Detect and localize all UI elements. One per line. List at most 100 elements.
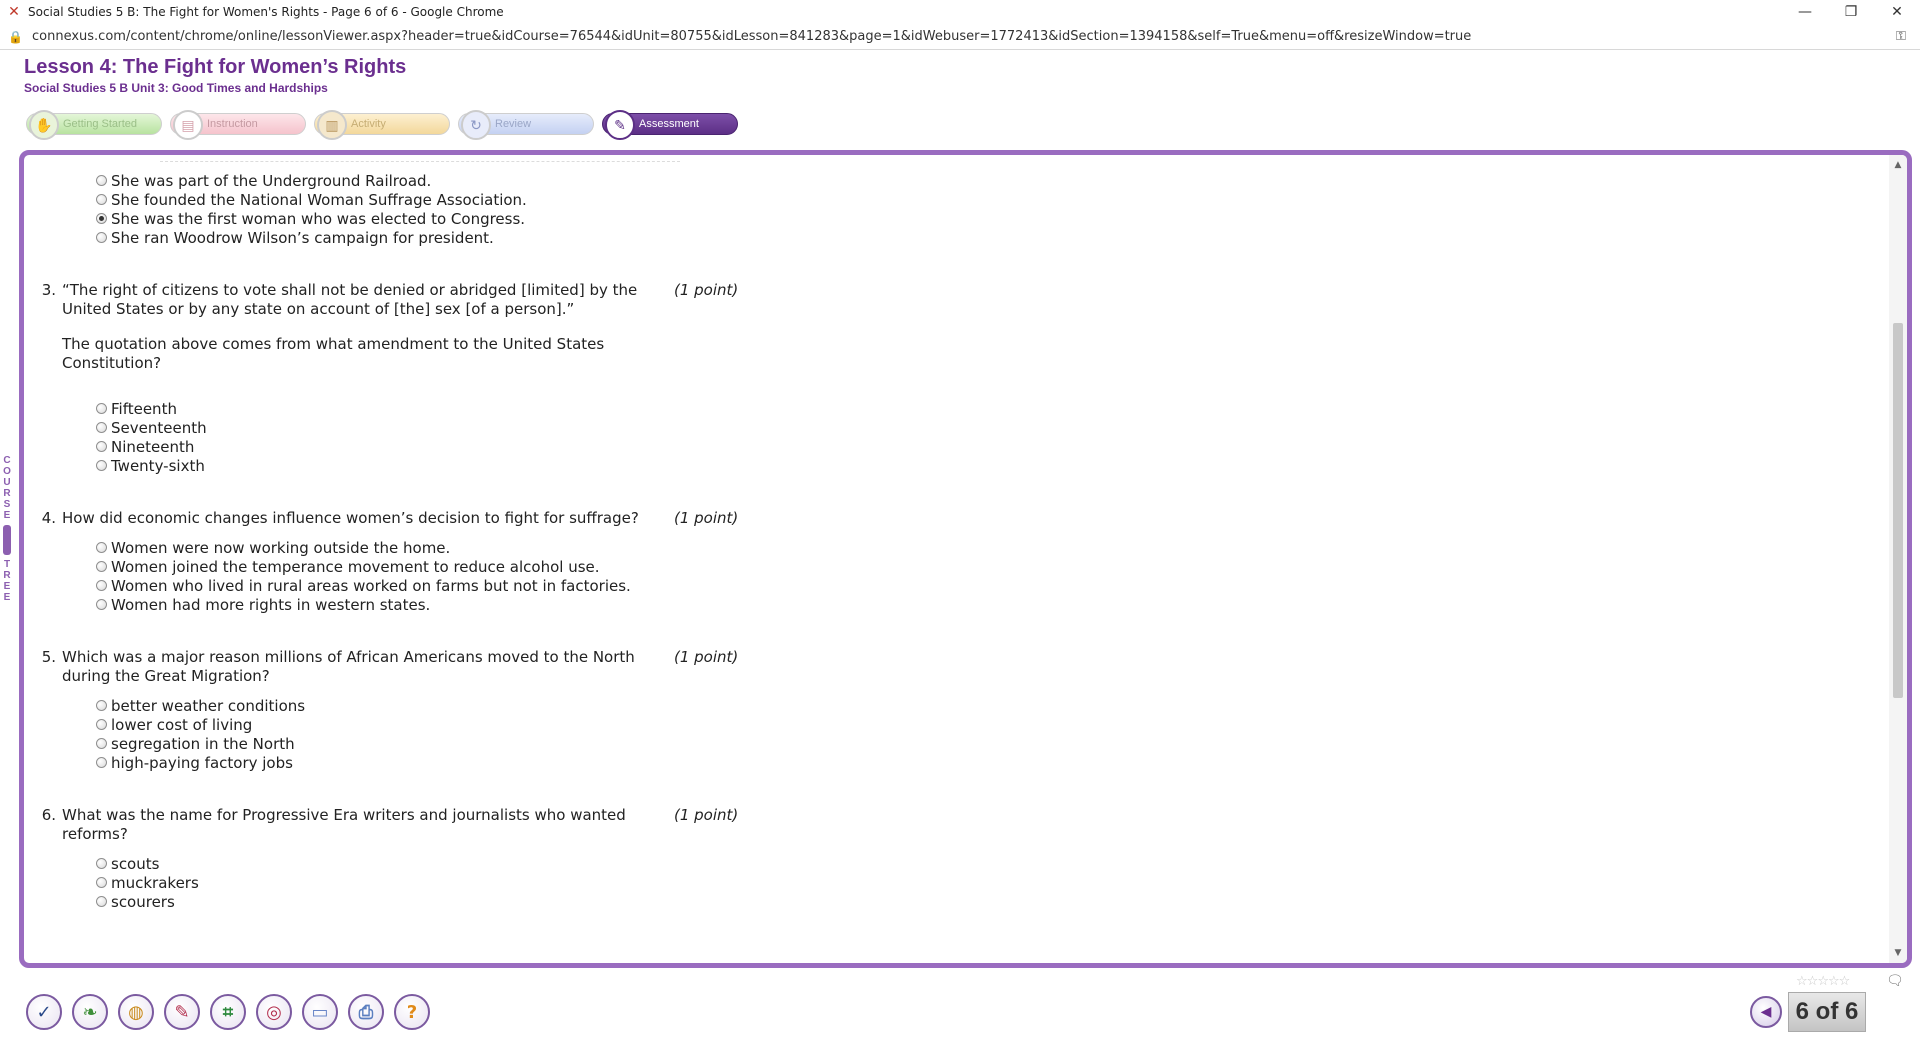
- globe-icon[interactable]: ◍: [118, 994, 154, 1030]
- course-tree-handle-icon[interactable]: [3, 525, 11, 555]
- answer-option[interactable]: Nineteenth: [96, 437, 794, 456]
- screen-icon[interactable]: ▭: [302, 994, 338, 1030]
- scroll-up-icon[interactable]: ▲: [1889, 157, 1907, 173]
- url-text[interactable]: connexus.com/content/chrome/online/lesso…: [26, 29, 1896, 44]
- answer-option[interactable]: Women were now working outside the home.: [96, 538, 794, 557]
- option-label[interactable]: Twenty-sixth: [111, 457, 205, 475]
- tab-label: Instruction: [207, 118, 258, 130]
- answer-option[interactable]: Women had more rights in western states.: [96, 595, 794, 614]
- radio-button[interactable]: [96, 460, 107, 471]
- target-icon[interactable]: ◎: [256, 994, 292, 1030]
- option-label[interactable]: She ran Woodrow Wilson’s campaign for pr…: [111, 229, 494, 247]
- lock-icon[interactable]: 🔒: [8, 30, 26, 44]
- option-label[interactable]: Women were now working outside the home.: [111, 539, 450, 557]
- tab-review[interactable]: ↻ Review: [458, 110, 594, 140]
- option-label[interactable]: Fifteenth: [111, 400, 177, 418]
- pushpin-icon[interactable]: ✎: [164, 994, 200, 1030]
- option-label[interactable]: segregation in the North: [111, 735, 295, 753]
- radio-button[interactable]: [96, 422, 107, 433]
- radio-button[interactable]: [96, 738, 107, 749]
- tab-instruction[interactable]: ▤ Instruction: [170, 110, 306, 140]
- assessment-content[interactable]: She was part of the Underground Railroad…: [24, 155, 1907, 963]
- answer-option[interactable]: She was part of the Underground Railroad…: [96, 171, 794, 190]
- vertical-scrollbar[interactable]: ▲ ▼: [1889, 155, 1907, 963]
- review-icon: ↻: [461, 110, 491, 140]
- answer-option[interactable]: scouts: [96, 854, 794, 873]
- star-icon[interactable]: ☆: [1796, 974, 1808, 989]
- answer-option[interactable]: She founded the National Woman Suffrage …: [96, 190, 794, 209]
- answer-option[interactable]: muckrakers: [96, 873, 794, 892]
- option-label[interactable]: She founded the National Woman Suffrage …: [111, 191, 527, 209]
- star-icon[interactable]: ☆: [1817, 974, 1829, 989]
- option-label[interactable]: Women had more rights in western states.: [111, 596, 430, 614]
- answer-option[interactable]: segregation in the North: [96, 734, 794, 753]
- radio-button[interactable]: [96, 561, 107, 572]
- option-label[interactable]: Seventeenth: [111, 419, 207, 437]
- tab-assessment[interactable]: ✎ Assessment: [602, 110, 738, 140]
- scroll-down-icon[interactable]: ▼: [1889, 945, 1907, 961]
- radio-button[interactable]: [96, 599, 107, 610]
- previous-page-icon[interactable]: ◀: [1750, 996, 1782, 1028]
- radio-button[interactable]: [96, 232, 107, 243]
- radio-button[interactable]: [96, 403, 107, 414]
- answer-option[interactable]: lower cost of living: [96, 715, 794, 734]
- minimize-icon[interactable]: —: [1782, 0, 1828, 24]
- radio-button[interactable]: [96, 580, 107, 591]
- answer-option[interactable]: scourers: [96, 892, 794, 911]
- option-label[interactable]: She was part of the Underground Railroad…: [111, 172, 431, 190]
- question-number: 4.: [41, 509, 56, 527]
- radio-button[interactable]: [96, 542, 107, 553]
- answer-option[interactable]: Women joined the temperance movement to …: [96, 557, 794, 576]
- scrollbar-thumb[interactable]: [1893, 323, 1903, 698]
- rating-stars[interactable]: ☆☆☆☆☆: [1796, 974, 1851, 989]
- comment-bubble-icon[interactable]: 🗨: [1886, 973, 1904, 989]
- option-label[interactable]: muckrakers: [111, 874, 199, 892]
- radio-button[interactable]: [96, 858, 107, 869]
- star-icon[interactable]: ☆: [1839, 974, 1851, 989]
- option-label[interactable]: She was the first woman who was elected …: [111, 210, 525, 228]
- checkmark-icon[interactable]: ✓: [26, 994, 62, 1030]
- option-label[interactable]: Women who lived in rural areas worked on…: [111, 577, 631, 595]
- tab-label: Activity: [351, 118, 386, 130]
- tab-label: Getting Started: [63, 118, 137, 130]
- answer-option[interactable]: high-paying factory jobs: [96, 753, 794, 772]
- option-label[interactable]: Women joined the temperance movement to …: [111, 558, 600, 576]
- tab-activity[interactable]: ▥ Activity: [314, 110, 450, 140]
- answer-option[interactable]: Women who lived in rural areas worked on…: [96, 576, 794, 595]
- radio-button[interactable]: [96, 719, 107, 730]
- answer-option[interactable]: She ran Woodrow Wilson’s campaign for pr…: [96, 228, 794, 247]
- option-label[interactable]: better weather conditions: [111, 697, 305, 715]
- star-icon[interactable]: ☆: [1828, 974, 1840, 989]
- radio-button[interactable]: [96, 896, 107, 907]
- connexus-logo-icon: ✕: [8, 4, 20, 20]
- star-icon[interactable]: ☆: [1807, 974, 1819, 989]
- calculator-icon[interactable]: ⌗: [210, 994, 246, 1030]
- radio-button[interactable]: [96, 877, 107, 888]
- key-icon[interactable]: ⚿: [1896, 29, 1920, 44]
- radio-button[interactable]: [96, 175, 107, 186]
- answer-option[interactable]: She was the first woman who was elected …: [96, 209, 794, 228]
- book-icon[interactable]: ❧: [72, 994, 108, 1030]
- tools-toolbar: ✓ ❧ ◍ ✎ ⌗ ◎ ▭ ⎙ ?: [26, 994, 430, 1030]
- option-label[interactable]: scouts: [111, 855, 159, 873]
- radio-button[interactable]: [96, 194, 107, 205]
- radio-button[interactable]: [96, 700, 107, 711]
- help-icon[interactable]: ?: [394, 994, 430, 1030]
- option-label[interactable]: scourers: [111, 893, 175, 911]
- answer-option[interactable]: Fifteenth: [96, 399, 794, 418]
- print-icon[interactable]: ⎙: [348, 994, 384, 1030]
- option-label[interactable]: lower cost of living: [111, 716, 252, 734]
- restore-icon[interactable]: ❐: [1828, 0, 1874, 24]
- answer-option[interactable]: Seventeenth: [96, 418, 794, 437]
- answer-option[interactable]: better weather conditions: [96, 696, 794, 715]
- radio-button[interactable]: [96, 441, 107, 452]
- course-tree-toggle[interactable]: C O U R S E T R E E: [0, 455, 14, 635]
- answer-option[interactable]: Twenty-sixth: [96, 456, 794, 475]
- option-label[interactable]: Nineteenth: [111, 438, 194, 456]
- radio-button-selected[interactable]: [96, 213, 107, 224]
- close-icon[interactable]: ✕: [1874, 0, 1920, 24]
- radio-button[interactable]: [96, 757, 107, 768]
- option-label[interactable]: high-paying factory jobs: [111, 754, 293, 772]
- address-bar[interactable]: 🔒 connexus.com/content/chrome/online/les…: [0, 24, 1920, 50]
- tab-getting-started[interactable]: ✋ Getting Started: [26, 110, 162, 140]
